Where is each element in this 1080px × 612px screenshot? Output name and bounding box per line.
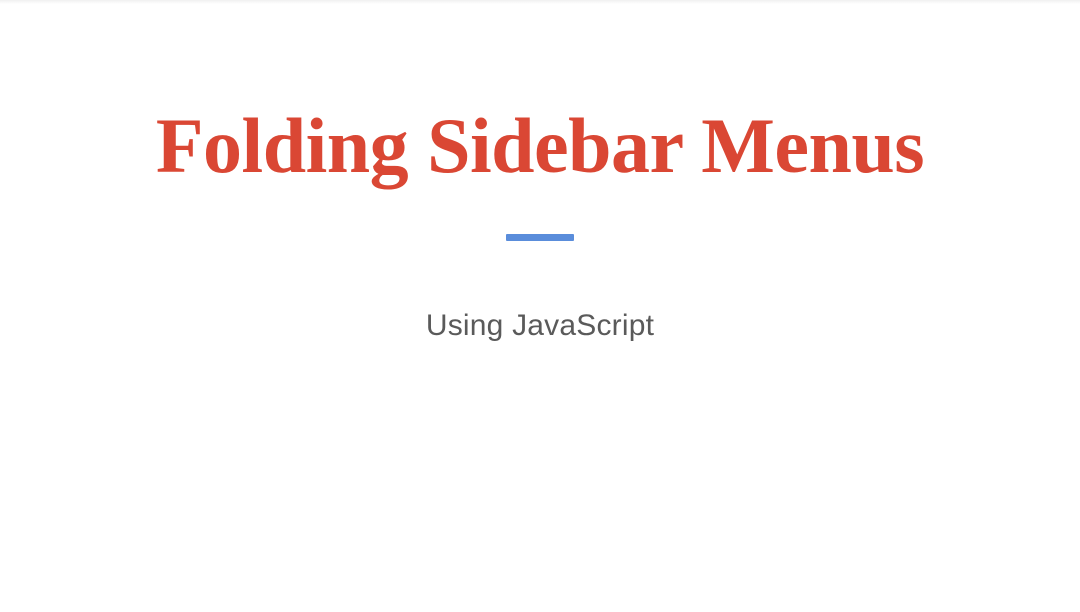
top-shadow-edge: [0, 0, 1080, 4]
title-divider: [506, 234, 574, 241]
slide-title: Folding Sidebar Menus: [156, 100, 924, 192]
slide-subtitle: Using JavaScript: [426, 309, 654, 343]
